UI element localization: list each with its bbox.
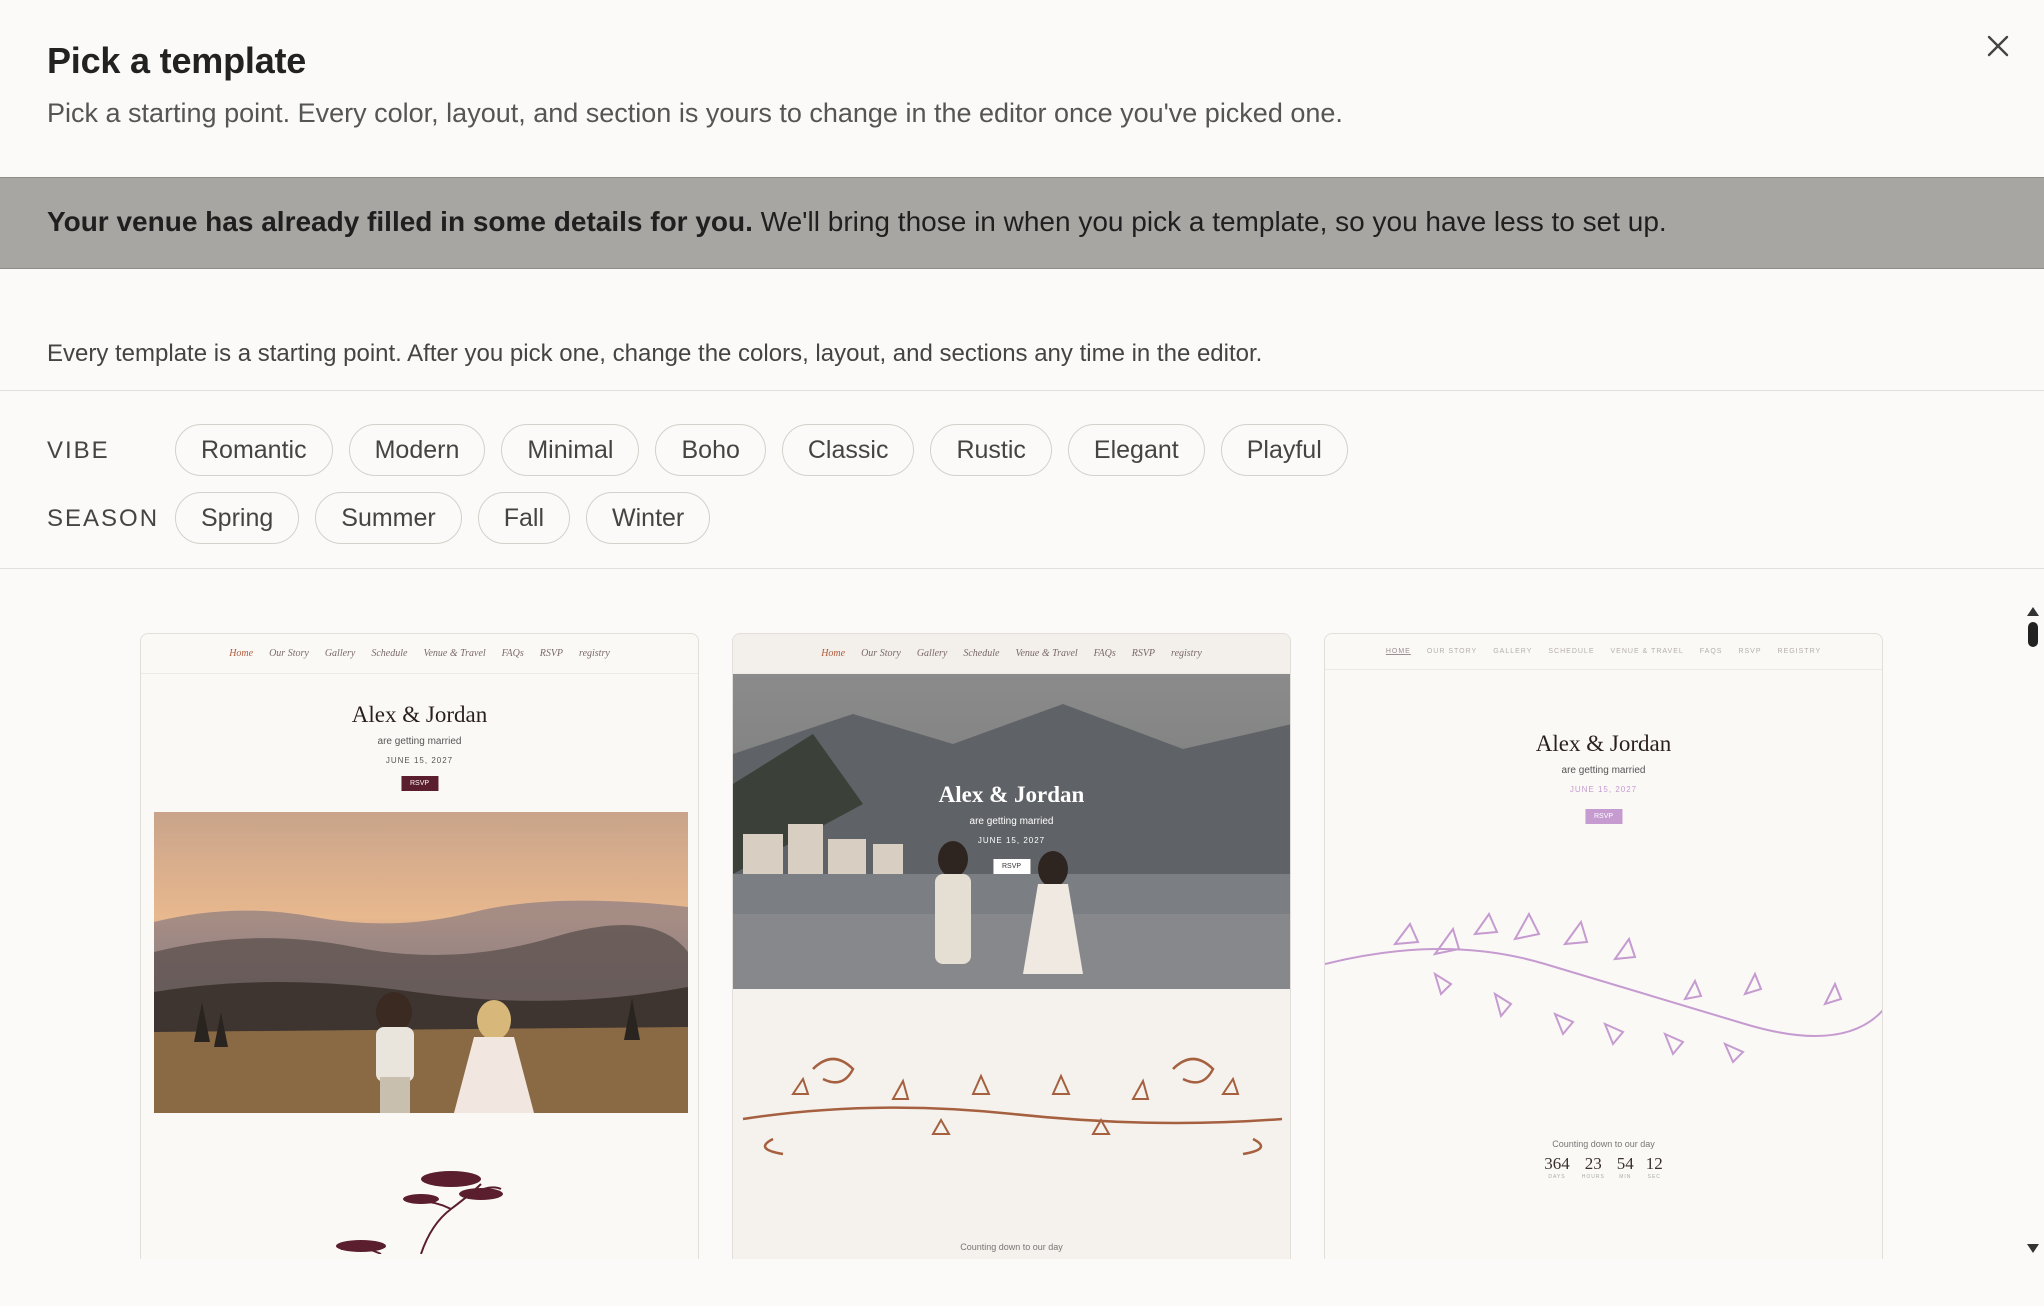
rsvp-button: RSVP xyxy=(1584,809,1623,824)
countdown-timer: 364 DAYS 23 HOURS 54 MIN 12 SEC xyxy=(1325,1154,1882,1180)
modal-header: Pick a template Pick a starting point. E… xyxy=(47,40,1343,129)
couple-names: Alex & Jordan xyxy=(938,782,1085,807)
nav-item: SCHEDULE xyxy=(1548,648,1595,655)
vibe-chip-elegant[interactable]: Elegant xyxy=(1067,424,1205,476)
template-picker-modal: Pick a template Pick a starting point. E… xyxy=(0,0,2044,1306)
season-filter-row: Spring Summer Fall Winter xyxy=(175,492,711,544)
venue-notice-text: Your venue has already filled in some de… xyxy=(47,206,1667,238)
vibe-chip-romantic[interactable]: Romantic xyxy=(175,424,333,476)
vibe-chip-playful[interactable]: Playful xyxy=(1220,424,1348,476)
vibe-filter-row: Romantic Modern Minimal Boho Classic Rus… xyxy=(175,424,1348,476)
nav-item: Gallery xyxy=(916,648,948,659)
nav-item: Our Story xyxy=(861,648,901,659)
branch-illustration xyxy=(1325,894,1882,1084)
countdown-label: Counting down to our day xyxy=(1552,1139,1655,1149)
vibe-chip-boho[interactable]: Boho xyxy=(655,424,766,476)
tree-illustration xyxy=(281,1154,561,1254)
nav-item: OUR STORY xyxy=(1426,648,1478,655)
nav-item: Schedule xyxy=(963,648,1000,659)
couple-subtitle: are getting married xyxy=(969,816,1054,827)
countdown-days: 364 DAYS xyxy=(1544,1154,1570,1180)
template-card-minimal[interactable]: HOME OUR STORY GALLERY SCHEDULE VENUE & … xyxy=(1324,633,1883,1259)
countdown-minutes: 54 MIN xyxy=(1617,1154,1634,1180)
nav-item: RSVP xyxy=(1738,648,1762,655)
modal-title: Pick a template xyxy=(47,40,307,81)
nav-item: Schedule xyxy=(371,648,408,659)
template-card-romantic[interactable]: Home Our Story Gallery Schedule Venue & … xyxy=(140,633,699,1259)
template-nav: Home Our Story Gallery Schedule Venue & … xyxy=(141,634,698,674)
nav-item: Venue & Travel xyxy=(423,648,486,659)
countdown-number: 23 xyxy=(1584,1154,1602,1173)
rsvp-button: RSVP xyxy=(992,859,1031,874)
couple-names: Alex & Jordan xyxy=(351,702,488,727)
vibe-chip-classic[interactable]: Classic xyxy=(781,424,915,476)
close-icon xyxy=(1987,35,2009,57)
countdown-hours: 23 HOURS xyxy=(1582,1154,1605,1180)
countdown-unit: MIN xyxy=(1619,1174,1632,1180)
countdown-label: Counting down to our day xyxy=(960,1242,1063,1252)
scrollbar-thumb[interactable] xyxy=(2028,622,2038,647)
venue-notice-bold: Your venue has already filled in some de… xyxy=(47,206,753,237)
vibe-chip-modern[interactable]: Modern xyxy=(348,424,486,476)
template-nav: Home Our Story Gallery Schedule Venue & … xyxy=(733,634,1290,674)
countdown-number: 364 xyxy=(1544,1154,1570,1173)
vibe-chip-rustic[interactable]: Rustic xyxy=(930,424,1052,476)
season-label: SEASON xyxy=(47,505,160,532)
nav-item: GALLERY xyxy=(1493,648,1533,655)
hero-photo xyxy=(154,812,688,1113)
couple-subtitle: are getting married xyxy=(1561,765,1646,776)
nav-item: RSVP xyxy=(539,648,564,659)
nav-item: FAQs xyxy=(501,648,524,659)
scroll-down-arrow-icon[interactable] xyxy=(2027,1244,2039,1253)
vine-divider-illustration xyxy=(733,1039,1290,1159)
wedding-date: JUNE 15, 2027 xyxy=(1569,785,1638,794)
nav-item: RSVP xyxy=(1131,648,1156,659)
nav-item: Our Story xyxy=(269,648,309,659)
wedding-date: JUNE 15, 2027 xyxy=(977,836,1046,845)
modal-subtitle: Pick a starting point. Every color, layo… xyxy=(47,98,1343,128)
nav-item: REGISTRY xyxy=(1777,648,1822,655)
nav-item: FAQS xyxy=(1699,648,1723,655)
wedding-date: JUNE 15, 2027 xyxy=(385,756,454,765)
season-chip-fall[interactable]: Fall xyxy=(477,492,571,544)
countdown-seconds: 12 SEC xyxy=(1646,1154,1663,1180)
vibe-chip-minimal[interactable]: Minimal xyxy=(501,424,640,476)
nav-item: HOME xyxy=(1385,648,1411,655)
divider xyxy=(0,390,2044,391)
couple-names: Alex & Jordan xyxy=(1535,731,1672,756)
nav-item: Home xyxy=(821,648,846,659)
nav-item: Venue & Travel xyxy=(1015,648,1078,659)
template-gallery: Home Our Story Gallery Schedule Venue & … xyxy=(0,569,2044,1259)
template-nav: HOME OUR STORY GALLERY SCHEDULE VENUE & … xyxy=(1325,634,1882,670)
countdown-number: 12 xyxy=(1645,1154,1663,1173)
hero-photo xyxy=(733,674,1290,989)
countdown-number: 54 xyxy=(1616,1154,1634,1173)
couple-subtitle: are getting married xyxy=(377,736,462,747)
venue-notice-body: We'll bring those in when you pick a tem… xyxy=(752,206,1667,237)
season-chip-summer[interactable]: Summer xyxy=(315,492,462,544)
close-button[interactable] xyxy=(1980,28,2016,64)
template-hint: Every template is a starting point. Afte… xyxy=(47,340,1263,367)
countdown-unit: SEC xyxy=(1647,1174,1661,1180)
nav-item: registry xyxy=(1171,648,1202,659)
nav-item: registry xyxy=(579,648,610,659)
nav-item: Gallery xyxy=(324,648,356,659)
season-chip-spring[interactable]: Spring xyxy=(175,492,300,544)
nav-item: VENUE & TRAVEL xyxy=(1610,648,1684,655)
scroll-up-arrow-icon[interactable] xyxy=(2027,607,2039,616)
template-card-elegant[interactable]: Home Our Story Gallery Schedule Venue & … xyxy=(732,633,1291,1259)
countdown-unit: DAYS xyxy=(1548,1174,1566,1180)
rsvp-button: RSVP xyxy=(400,776,439,791)
nav-item: Home xyxy=(229,648,254,659)
countdown-unit: HOURS xyxy=(1581,1174,1605,1180)
season-chip-winter[interactable]: Winter xyxy=(586,492,711,544)
nav-item: FAQs xyxy=(1093,648,1116,659)
vibe-label: VIBE xyxy=(47,437,110,464)
venue-notice-banner: Your venue has already filled in some de… xyxy=(0,177,2044,269)
